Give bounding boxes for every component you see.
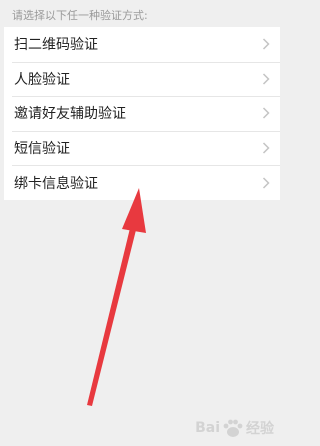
chevron-right-icon [262,142,270,154]
method-invite-friend[interactable]: 邀请好友辅助验证 [4,96,280,131]
arrow-shaft [87,220,138,406]
chevron-right-icon [262,107,270,120]
method-face[interactable]: 人脸验证 [4,61,280,97]
method-bank-card[interactable]: 绑卡信息验证 [4,165,280,200]
watermark-brand-suffix: 经验 [246,421,274,437]
method-label: 人脸验证 [14,71,70,88]
method-label: 绑卡信息验证 [14,175,98,192]
chevron-right-icon [262,38,270,50]
baidu-jingyan-watermark: Bai 经验 [195,418,274,438]
method-label: 邀请好友辅助验证 [14,106,126,123]
verification-methods-list: 扫二维码验证 人脸验证 邀请好友辅助验证 短信验证 绑卡信息验证 [4,27,280,200]
method-label: 扫二维码验证 [14,37,98,54]
chevron-right-icon [262,73,270,85]
paw-icon [223,419,243,437]
method-label: 短信验证 [14,141,70,158]
method-scan-qr[interactable]: 扫二维码验证 [4,27,280,62]
verification-prompt: 请选择以下任一种验证方式: [12,9,148,22]
chevron-right-icon [262,177,270,189]
watermark-brand-prefix: Bai [195,420,220,436]
method-sms[interactable]: 短信验证 [4,130,280,166]
